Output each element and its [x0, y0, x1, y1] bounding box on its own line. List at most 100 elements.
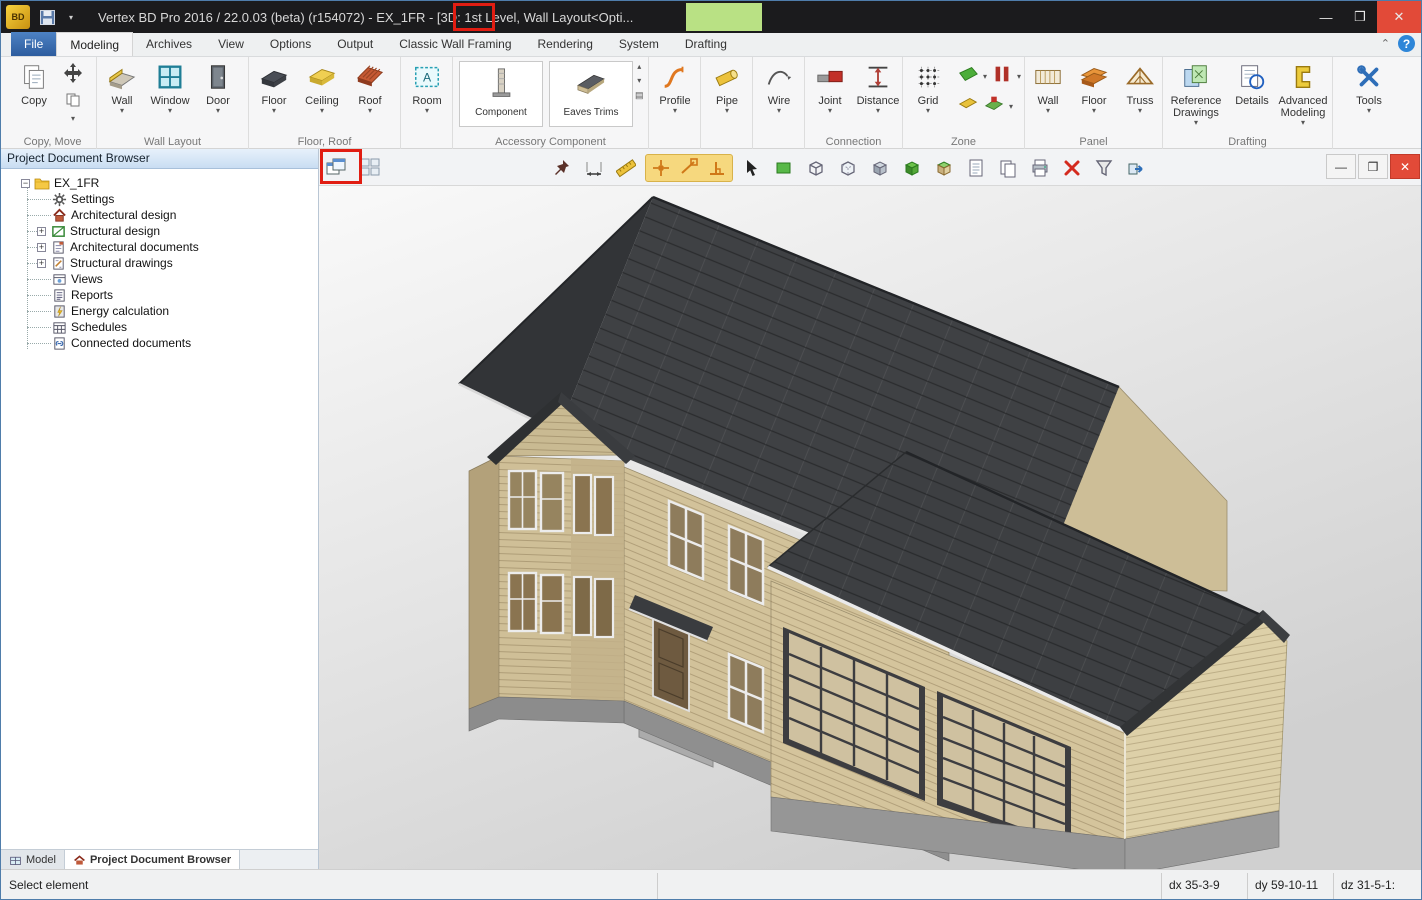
texture-cube-button[interactable] — [931, 155, 957, 181]
tab-output[interactable]: Output — [324, 32, 386, 56]
profile-button[interactable]: Profile▾ — [652, 59, 698, 133]
dimension-button[interactable] — [581, 155, 607, 181]
collapse-expander[interactable]: − — [21, 179, 30, 188]
copy-options-caret[interactable]: ▾ — [71, 115, 75, 123]
help-icon[interactable]: ? — [1398, 35, 1415, 52]
quick-access-dropdown[interactable]: ▾ — [60, 6, 82, 28]
distance-icon — [862, 61, 894, 93]
gallery-down-icon[interactable]: ▾ — [637, 77, 641, 85]
reference-drawings-button[interactable]: Reference Drawings▾ — [1165, 59, 1227, 133]
tab-archives[interactable]: Archives — [133, 32, 205, 56]
tree-item-schedules[interactable]: Schedules — [51, 319, 127, 335]
grid-button[interactable]: Grid▾ — [905, 59, 951, 133]
tab-project-document-browser[interactable]: Project Document Browser — [65, 850, 240, 870]
delete-button[interactable] — [1059, 155, 1085, 181]
component-icon — [485, 62, 517, 106]
truss-button[interactable]: Truss▾ — [1117, 59, 1163, 133]
copy-button[interactable]: Copy — [11, 59, 57, 133]
snap-endpoint-button[interactable] — [676, 155, 702, 181]
filter-button[interactable] — [1091, 155, 1117, 181]
component-button[interactable]: Component — [459, 61, 543, 127]
tree-item-architectural-documents[interactable]: + Architectural documents — [37, 239, 199, 255]
group-profile: Profile▾ — [649, 57, 701, 149]
tree-item-root[interactable]: − EX_1FR — [21, 175, 99, 191]
pin-view-button[interactable] — [549, 155, 575, 181]
room-button[interactable]: A Room▾ — [404, 59, 450, 133]
maximize-button[interactable]: ❒ — [1343, 1, 1377, 33]
collapse-ribbon-icon[interactable]: ⌃ — [1381, 37, 1390, 50]
tab-classic-wall-framing[interactable]: Classic Wall Framing — [386, 32, 524, 56]
pipe-button[interactable]: Pipe▾ — [704, 59, 750, 133]
tab-system[interactable]: System — [606, 32, 672, 56]
joint-button[interactable]: Joint▾ — [807, 59, 853, 133]
ruler-button[interactable] — [613, 155, 639, 181]
copy-view-button[interactable] — [995, 155, 1021, 181]
group-pipe: Pipe▾ — [701, 57, 753, 149]
roof-button[interactable]: Roof▾ — [347, 59, 393, 133]
tab-rendering[interactable]: Rendering — [525, 32, 606, 56]
tab-file[interactable]: File — [11, 32, 56, 56]
viewport-close-button[interactable]: ✕ — [1390, 154, 1420, 179]
export-view-button[interactable] — [1123, 155, 1149, 181]
hidden-line-box-button[interactable] — [835, 155, 861, 181]
ceiling-button[interactable]: Ceiling▾ — [299, 59, 345, 133]
copy-small-button[interactable] — [65, 92, 81, 113]
shaded-box-button[interactable] — [867, 155, 893, 181]
distance-button[interactable]: Distance▾ — [855, 59, 901, 133]
floor-button[interactable]: Floor▾ — [251, 59, 297, 133]
gallery-up-icon[interactable]: ▴ — [637, 63, 641, 71]
tab-options[interactable]: Options — [257, 32, 324, 56]
tab-model[interactable]: Model — [1, 850, 65, 870]
expand-expander[interactable]: + — [37, 259, 46, 268]
wire-box-button[interactable] — [803, 155, 829, 181]
panel-wall-button[interactable]: Wall▾ — [1025, 59, 1071, 133]
tab-view[interactable]: View — [205, 32, 257, 56]
wire-button[interactable]: Wire▾ — [756, 59, 802, 133]
report-view-button[interactable] — [963, 155, 989, 181]
zone-mixed-caret[interactable]: ▾ — [1009, 103, 1013, 111]
tab-modeling[interactable]: Modeling — [56, 32, 133, 56]
tree-item-views[interactable]: Views — [51, 271, 103, 287]
tree-item-architectural-design[interactable]: Architectural design — [51, 207, 176, 223]
details-button[interactable]: Details — [1229, 59, 1275, 133]
viewport-restore-button[interactable]: ❒ — [1358, 154, 1388, 179]
zone-area-caret[interactable]: ▾ — [983, 73, 987, 81]
tree-item-structural-drawings[interactable]: + Structural drawings — [37, 255, 173, 271]
tree-item-structural-design[interactable]: + Structural design — [37, 223, 160, 239]
expand-expander[interactable]: + — [37, 227, 46, 236]
tab-drafting[interactable]: Drafting — [672, 32, 740, 56]
select-element-button[interactable] — [739, 155, 765, 181]
minimize-button[interactable]: — — [1309, 1, 1343, 33]
move-button[interactable] — [61, 61, 85, 90]
print-view-button[interactable] — [1027, 155, 1053, 181]
zone-area-button[interactable] — [957, 63, 979, 90]
architectural-documents-icon — [50, 239, 66, 255]
move-icon — [61, 61, 85, 85]
snap-perpendicular-button[interactable] — [704, 155, 730, 181]
snap-node-button[interactable] — [648, 155, 674, 181]
window-button[interactable]: Window▾ — [147, 59, 193, 133]
door-button[interactable]: Door▾ — [195, 59, 241, 133]
expand-expander[interactable]: + — [37, 243, 46, 252]
zone-column-button[interactable] — [991, 63, 1013, 90]
close-button[interactable]: ✕ — [1377, 1, 1421, 33]
zone-slab-button[interactable] — [957, 93, 979, 120]
create-zone-button[interactable] — [771, 155, 797, 181]
gallery-expand-icon[interactable]: ▤ — [635, 91, 644, 99]
panel-floor-button[interactable]: Floor▾ — [1071, 59, 1117, 133]
tools-button[interactable]: Tools▾ — [1346, 59, 1392, 133]
render-cube-button[interactable] — [899, 155, 925, 181]
save-button[interactable] — [36, 6, 58, 28]
zone-mixed-button[interactable] — [983, 93, 1005, 120]
tree-guide — [27, 183, 28, 349]
viewport-minimize-button[interactable]: — — [1326, 154, 1356, 179]
eaves-trims-button[interactable]: Eaves Trims — [549, 61, 633, 127]
model-viewport[interactable]: — ❒ ✕ — [319, 149, 1422, 869]
tree-item-reports[interactable]: Reports — [51, 287, 113, 303]
zone-column-caret[interactable]: ▾ — [1017, 73, 1021, 81]
tree-item-settings[interactable]: Settings — [51, 191, 114, 207]
tree-item-connected-documents[interactable]: Connected documents — [51, 335, 191, 351]
advanced-modeling-button[interactable]: Advanced Modeling▾ — [1275, 59, 1331, 133]
tree-item-energy-calculation[interactable]: Energy calculation — [51, 303, 169, 319]
wall-button[interactable]: Wall▾ — [99, 59, 145, 133]
